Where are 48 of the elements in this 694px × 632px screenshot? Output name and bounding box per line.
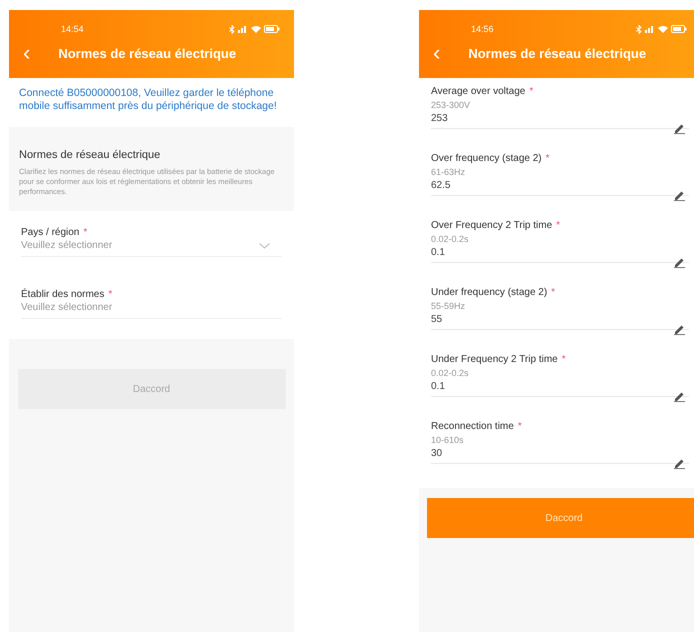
bluetooth-icon: [636, 24, 642, 34]
section-heading: Normes de réseau électrique: [19, 149, 162, 161]
field-label: Under Frequency 2 Trip time: [431, 354, 558, 365]
wifi-icon: [658, 25, 668, 33]
range-hint: 0.02-0.2s: [431, 368, 470, 378]
input-field[interactable]: 253: [431, 110, 689, 129]
pencil-icon[interactable]: [674, 324, 685, 335]
range-hint: 0.02-0.2s: [431, 234, 470, 244]
pencil-icon[interactable]: [674, 123, 685, 134]
connection-notice: Connecté B05000000108, Veuillez garder le téléphone mobile suffisamment près du périphérique de stockage!: [9, 78, 294, 127]
input-field[interactable]: 0.1: [431, 378, 689, 397]
required-mark: *: [546, 153, 550, 164]
range-hint: 253-300V: [431, 100, 472, 110]
required-mark: *: [518, 421, 522, 432]
page-title: Normes de réseau électrique: [468, 46, 646, 60]
signal-icon: [645, 25, 655, 33]
range-hint: 61-63Hz: [431, 167, 466, 177]
wifi-icon: [251, 25, 261, 33]
field-label: Average over voltage: [431, 86, 526, 97]
pencil-icon[interactable]: [674, 458, 685, 469]
required-mark: *: [556, 220, 560, 231]
required-mark: *: [108, 289, 112, 300]
input-field[interactable]: 62.5: [431, 177, 689, 196]
required-mark: *: [551, 287, 556, 298]
field-label: Over frequency (stage 2): [431, 153, 542, 164]
field-label: Pays / région: [21, 227, 80, 238]
range-hint: 55-59Hz: [431, 301, 466, 311]
pencil-icon[interactable]: [674, 257, 685, 268]
page-title: Normes de réseau électrique: [58, 46, 236, 60]
required-mark: *: [83, 227, 88, 238]
field-label: Établir des normes: [21, 289, 104, 300]
field-label: Reconnection time: [431, 421, 514, 432]
input-field[interactable]: 0.1: [431, 244, 689, 263]
range-hint: 10-610s: [431, 435, 465, 445]
battery-icon: [264, 25, 280, 33]
status-time: 14:56: [471, 24, 494, 34]
required-mark: *: [529, 86, 534, 97]
field-label: Over Frequency 2 Trip time: [431, 220, 552, 231]
required-mark: *: [562, 354, 566, 365]
bluetooth-icon: [229, 24, 235, 34]
signal-icon: [238, 25, 248, 33]
pencil-icon[interactable]: [674, 391, 685, 402]
status-time: 14:54: [61, 24, 84, 34]
input-field[interactable]: 30: [431, 445, 689, 464]
field-label: Under frequency (stage 2): [431, 287, 548, 298]
battery-icon: [671, 25, 687, 33]
pencil-icon[interactable]: [674, 190, 685, 201]
input-field[interactable]: 55: [431, 311, 689, 330]
